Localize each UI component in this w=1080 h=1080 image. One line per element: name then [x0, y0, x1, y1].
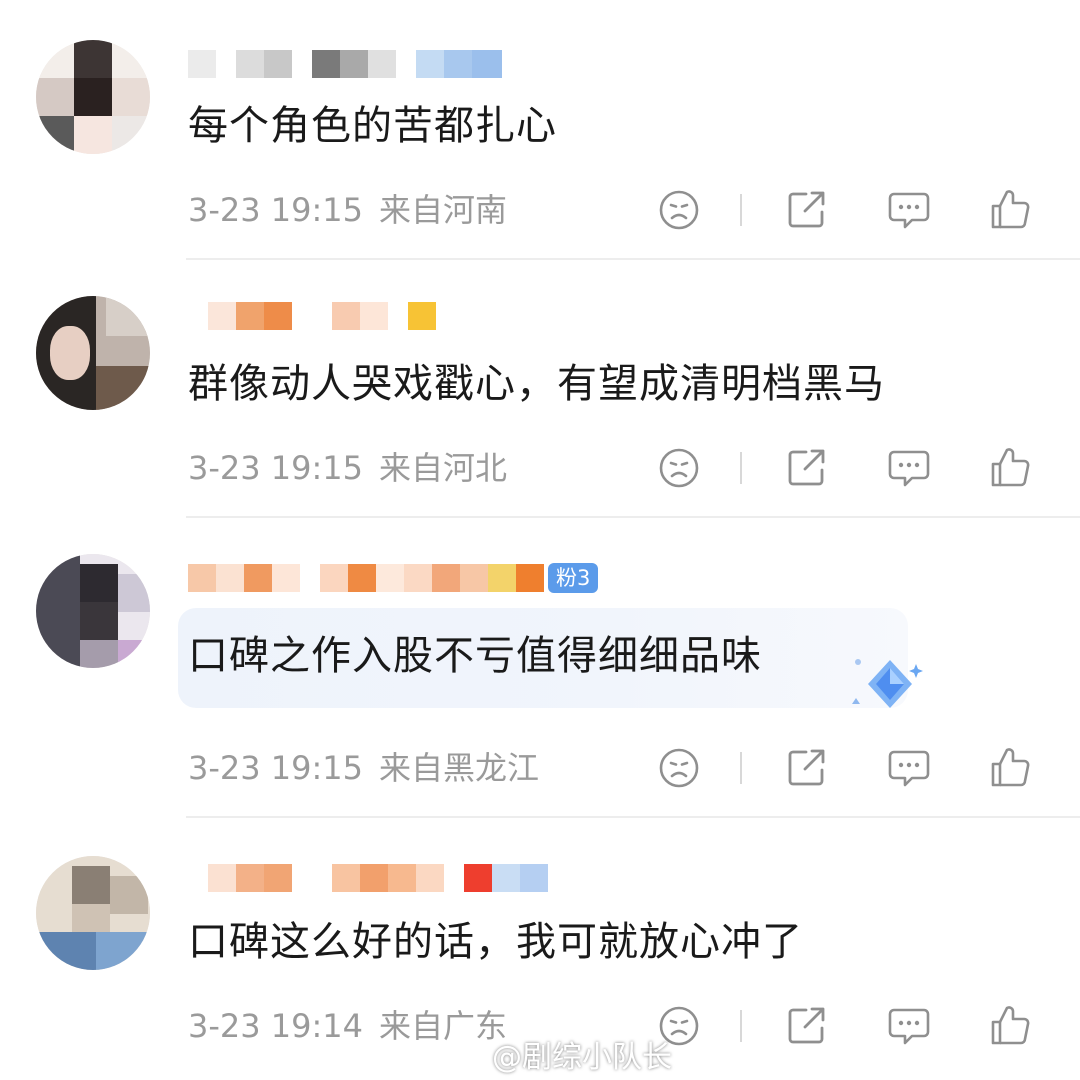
username-blurred[interactable]	[188, 860, 548, 896]
comment-location: 来自黑龙江	[379, 749, 540, 787]
comment-date: 3-23 19:14	[188, 1007, 364, 1045]
avatar[interactable]	[36, 40, 150, 154]
comment-bubble-icon[interactable]	[886, 446, 932, 490]
comment-location: 来自河南	[379, 191, 508, 229]
divider	[186, 516, 1080, 518]
divider	[740, 752, 742, 784]
comment-text: 群像动人哭戏戳心，有望成清明档黑马	[188, 361, 885, 407]
share-icon[interactable]	[784, 446, 830, 490]
sad-face-icon[interactable]	[656, 446, 702, 490]
thumbs-up-icon[interactable]	[988, 746, 1034, 790]
username-blurred[interactable]: 粉3	[188, 560, 599, 596]
thumbs-up-icon[interactable]	[988, 446, 1034, 490]
sad-face-icon[interactable]	[656, 746, 702, 790]
watermark: @剧综小队长	[452, 1034, 672, 1075]
avatar[interactable]	[36, 296, 150, 410]
divider	[186, 258, 1080, 260]
comment-text: 每个角色的苦都扎心	[188, 103, 557, 149]
share-icon[interactable]	[784, 1004, 830, 1048]
thumbs-up-icon[interactable]	[988, 1004, 1034, 1048]
username-blurred[interactable]	[188, 298, 436, 334]
diamond-icon	[852, 659, 923, 708]
divider	[186, 816, 1080, 818]
comment-date: 3-23 19:15	[188, 449, 364, 487]
avatar[interactable]	[36, 554, 150, 668]
comment-location: 来自河北	[379, 449, 508, 487]
comment-text: 口碑之作入股不亏值得细细品味	[188, 633, 762, 679]
sad-face-icon[interactable]	[656, 188, 702, 232]
divider	[740, 1010, 742, 1042]
divider	[740, 194, 742, 226]
divider	[740, 452, 742, 484]
weibo-logo-icon	[452, 1041, 486, 1069]
share-icon[interactable]	[784, 188, 830, 232]
comment-bubble-icon[interactable]	[886, 1004, 932, 1048]
thumbs-up-icon[interactable]	[988, 188, 1034, 232]
fan-level-badge: 粉3	[548, 563, 599, 593]
comment-date: 3-23 19:15	[188, 749, 364, 787]
comment-meta: 3-23 19:15 来自河南	[188, 188, 1068, 232]
comment-bubble-icon[interactable]	[886, 188, 932, 232]
watermark-text: @剧综小队长	[492, 1040, 672, 1075]
comment-text: 口碑这么好的话，我可就放心冲了	[188, 919, 803, 965]
comment-date: 3-23 19:15	[188, 191, 364, 229]
username-blurred[interactable]	[188, 46, 502, 82]
comment-meta: 3-23 19:15 来自黑龙江	[188, 746, 1068, 790]
share-icon[interactable]	[784, 746, 830, 790]
comment-bubble-icon[interactable]	[886, 746, 932, 790]
avatar[interactable]	[36, 856, 150, 970]
comment-meta: 3-23 19:15 来自河北	[188, 446, 1068, 490]
